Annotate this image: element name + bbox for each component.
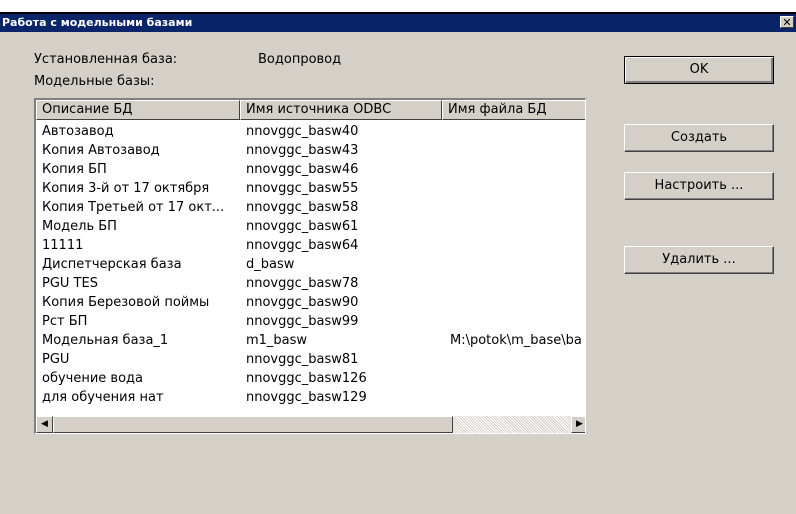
cell-db-file: M:\potok\m_base\ba [450,333,582,348]
list-item[interactable]: Копия Третьей от 17 окт... nnovggc_basw58 [36,198,585,217]
scroll-left-button[interactable]: ◀ [36,416,53,433]
create-button[interactable]: Создать [624,124,774,152]
cell-description: PGU [42,352,70,367]
list-item[interactable]: обучение вода nnovggc_basw126 [36,369,585,388]
delete-button[interactable]: Удалить ... [624,246,774,274]
cell-odbc-source: nnovggc_basw58 [246,200,359,215]
model-databases-dialog: Работа с модельными базами ✕ Установленн… [0,12,796,514]
cell-odbc-source: nnovggc_basw78 [246,276,359,291]
cell-odbc-source: d_basw [246,257,295,272]
list-item[interactable]: для обучения нат nnovggc_basw129 [36,388,585,407]
cell-description: Копия Автозавод [42,143,160,158]
cell-description: Автозавод [42,124,114,139]
window-title: Работа с модельными базами [2,16,193,29]
list-item[interactable]: Диспетчерская база d_basw [36,255,585,274]
list-item[interactable]: PGU nnovggc_basw81 [36,350,585,369]
list-item[interactable]: Копия Автозавод nnovggc_basw43 [36,141,585,160]
close-button[interactable]: ✕ [780,16,794,29]
cell-odbc-source: nnovggc_basw46 [246,162,359,177]
cell-odbc-source: nnovggc_basw64 [246,238,359,253]
cell-odbc-source: nnovggc_basw90 [246,295,359,310]
cell-description: Копия Березовой поймы [42,295,210,310]
close-icon: ✕ [782,16,792,29]
title-bar[interactable]: Работа с модельными базами ✕ [0,14,796,32]
list-item[interactable]: Копия Березовой поймы nnovggc_basw90 [36,293,585,312]
cell-odbc-source: nnovggc_basw40 [246,124,359,139]
cell-odbc-source: nnovggc_basw55 [246,181,359,196]
installed-db-value: Водопровод [258,52,342,67]
cell-description: Модель БП [42,219,117,234]
configure-button[interactable]: Настроить ... [624,172,774,200]
list-item[interactable]: PGU TES nnovggc_basw78 [36,274,585,293]
list-item[interactable]: 11111 nnovggc_basw64 [36,236,585,255]
scroll-right-button[interactable]: ▶ [571,416,585,433]
cell-description: обучение вода [42,371,143,386]
scroll-right-arrow-icon: ▶ [576,419,583,429]
list-header: Описание БД Имя источника ODBC Имя файла… [36,100,585,120]
cell-description: Диспетчерская база [42,257,182,272]
cell-odbc-source: nnovggc_basw126 [246,371,367,386]
cell-description: PGU TES [42,276,98,291]
list-item[interactable]: Рст БП nnovggc_basw99 [36,312,585,331]
cell-odbc-source: nnovggc_basw43 [246,143,359,158]
cell-odbc-source: nnovggc_basw129 [246,390,367,405]
list-item[interactable]: Копия БП nnovggc_basw46 [36,160,585,179]
column-header-description[interactable]: Описание БД [36,100,240,120]
horizontal-scrollbar[interactable]: ◀ ▶ [36,416,585,433]
model-dbs-label: Модельные базы: [34,74,155,89]
installed-db-label: Установленная база: [34,52,178,67]
model-db-list[interactable]: Описание БД Имя источника ODBC Имя файла… [34,98,586,434]
list-item[interactable]: Модель БП nnovggc_basw61 [36,217,585,236]
cell-description: для обучения нат [42,390,164,405]
cell-description: Копия 3-й от 17 октября [42,181,210,196]
cell-odbc-source: nnovggc_basw99 [246,314,359,329]
cell-odbc-source: nnovggc_basw61 [246,219,359,234]
cell-description: Копия Третьей от 17 окт... [42,200,225,215]
cell-odbc-source: m1_basw [246,333,308,348]
cell-description: Модельная база_1 [42,333,169,348]
column-header-odbc-source[interactable]: Имя источника ODBC [240,100,442,120]
cell-odbc-source: nnovggc_basw81 [246,352,359,367]
cell-description: Копия БП [42,162,107,177]
list-item[interactable]: Автозавод nnovggc_basw40 [36,122,585,141]
scroll-left-arrow-icon: ◀ [41,419,48,429]
cell-description: 11111 [42,238,84,253]
list-item[interactable]: Модельная база_1 m1_basw M:\potok\m_base\b… [36,331,585,350]
list-item[interactable]: Копия 3-й от 17 октября nnovggc_basw55 [36,179,585,198]
horizontal-scroll-thumb[interactable] [53,416,453,433]
column-header-db-file[interactable]: Имя файла БД [442,100,585,120]
cell-description: Рст БП [42,314,88,329]
ok-button[interactable]: OK [624,56,774,84]
